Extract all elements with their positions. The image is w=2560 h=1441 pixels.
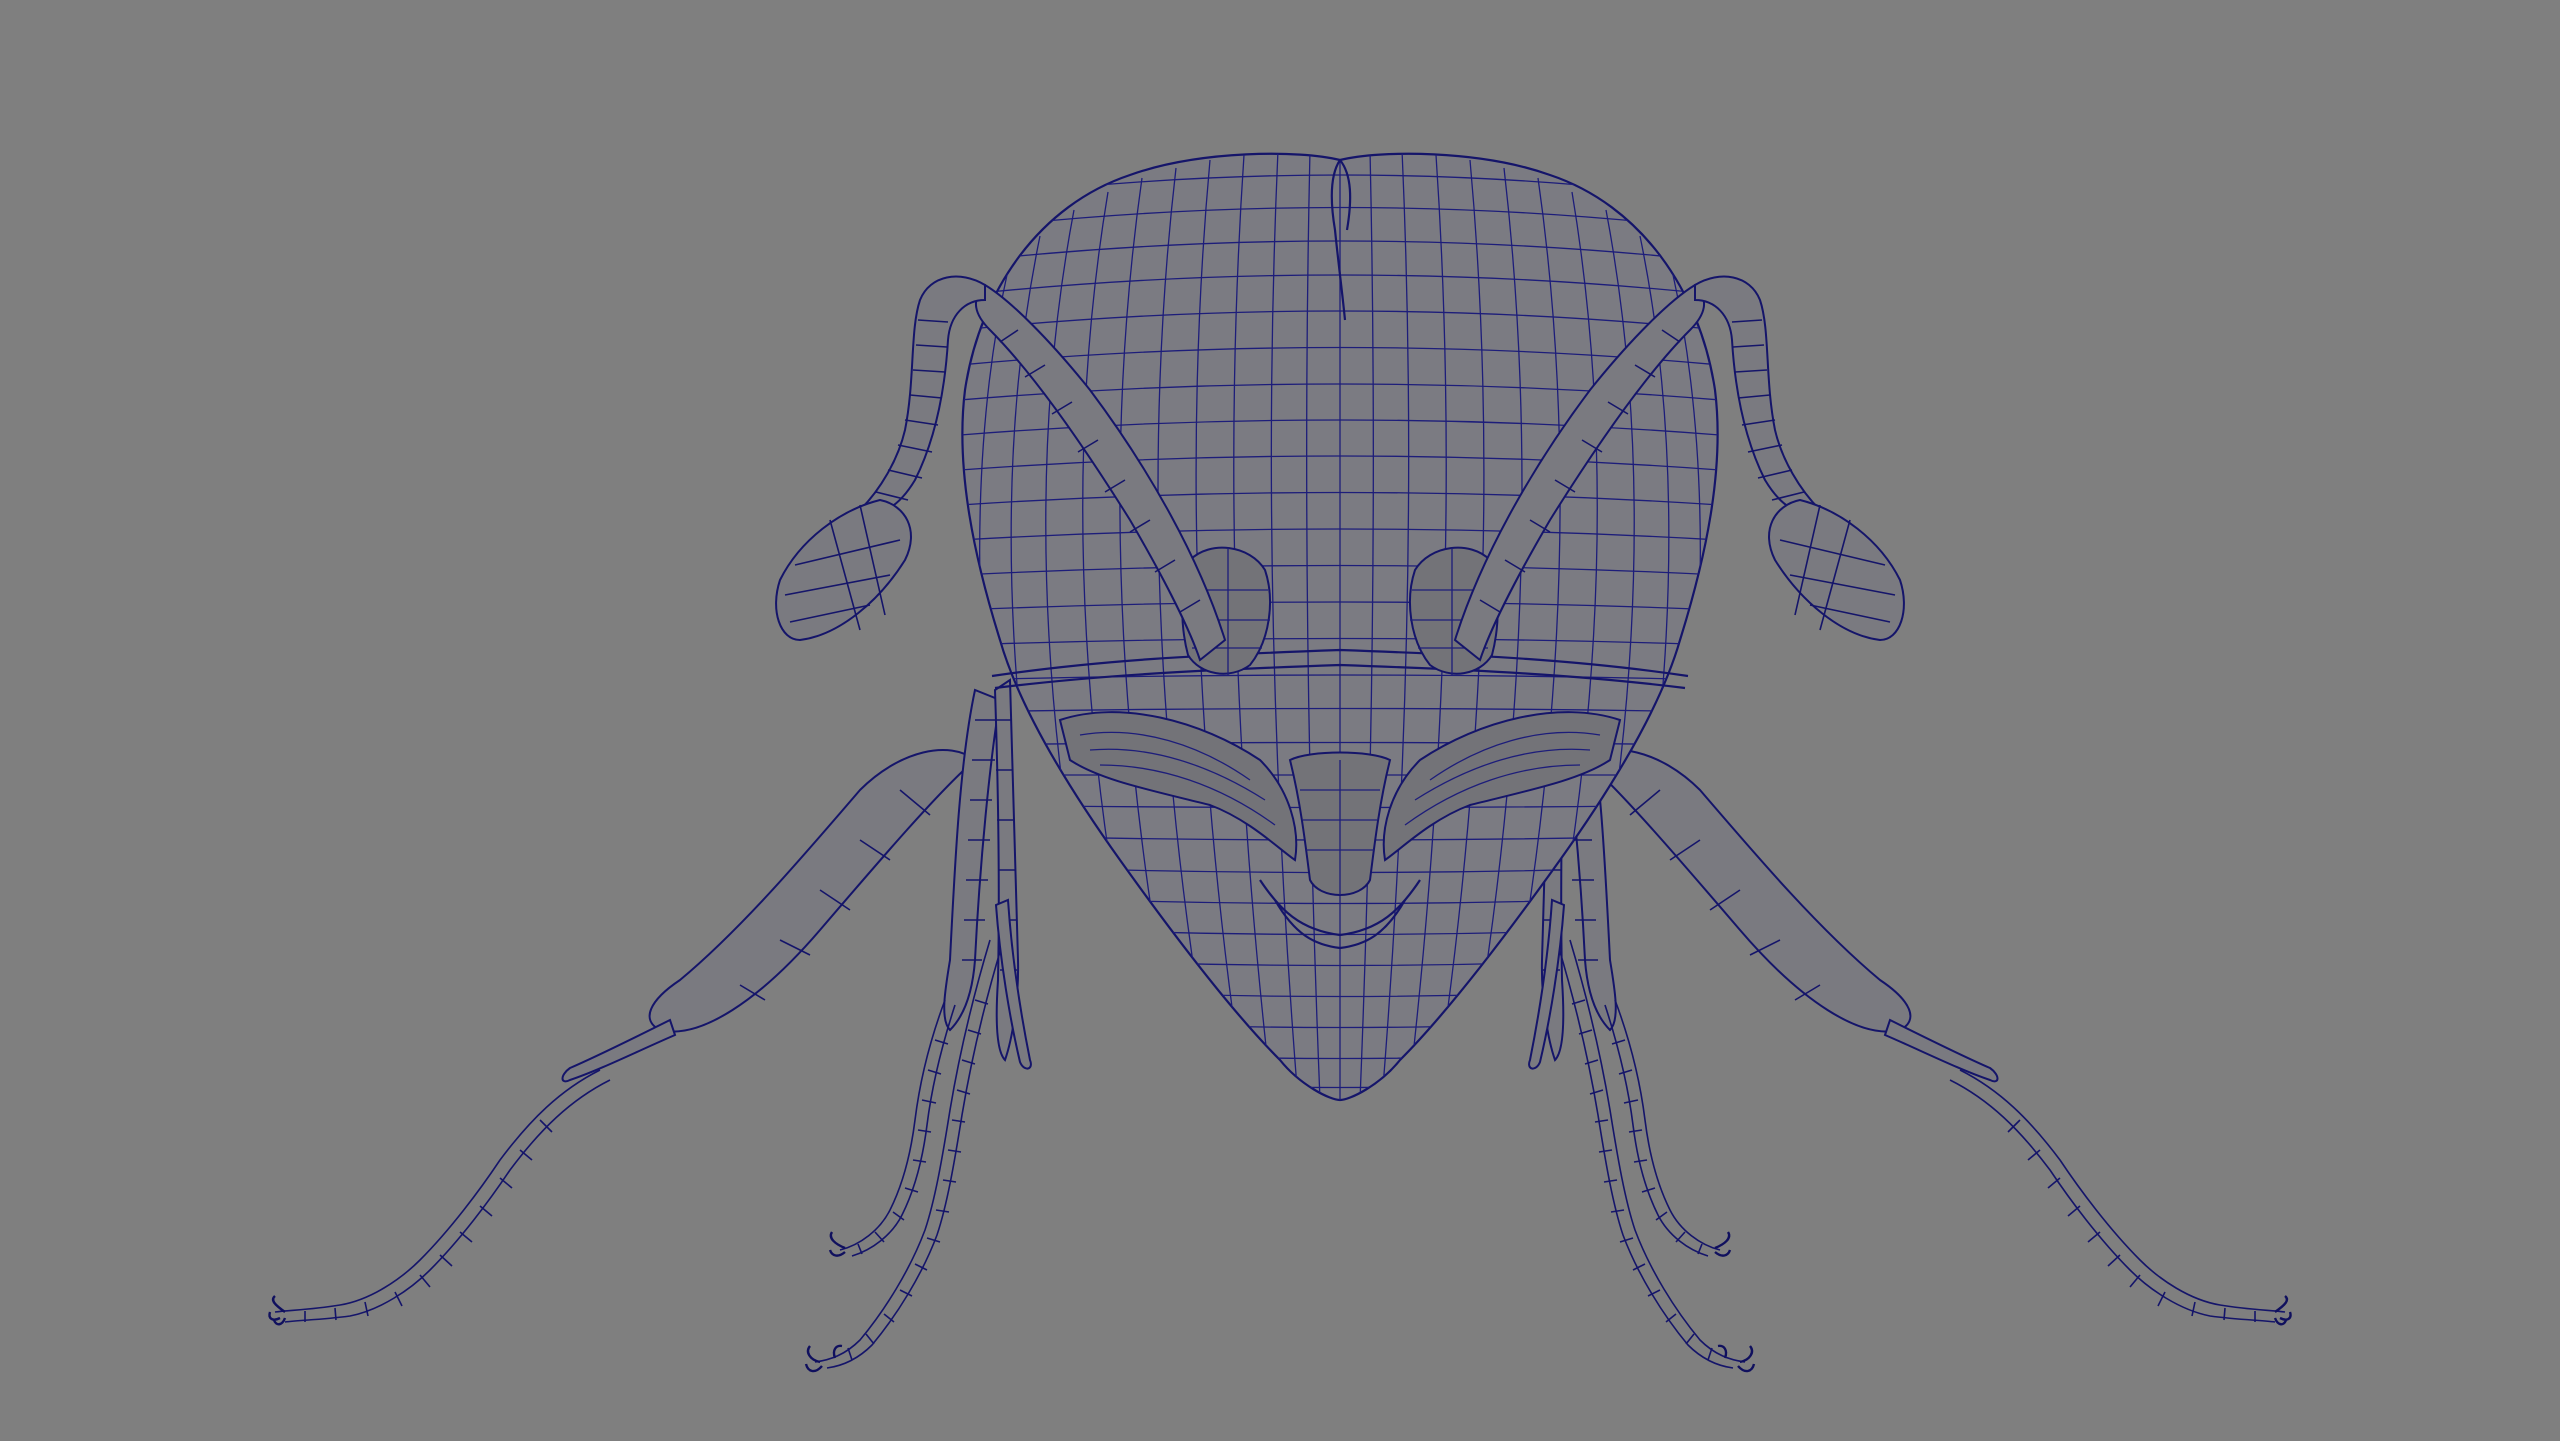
3d-viewport[interactable] (0, 0, 2560, 1441)
leg-front-left (268, 749, 977, 1326)
leg-front-right (1583, 749, 2292, 1326)
ant-wireframe-model[interactable] (0, 0, 2560, 1441)
